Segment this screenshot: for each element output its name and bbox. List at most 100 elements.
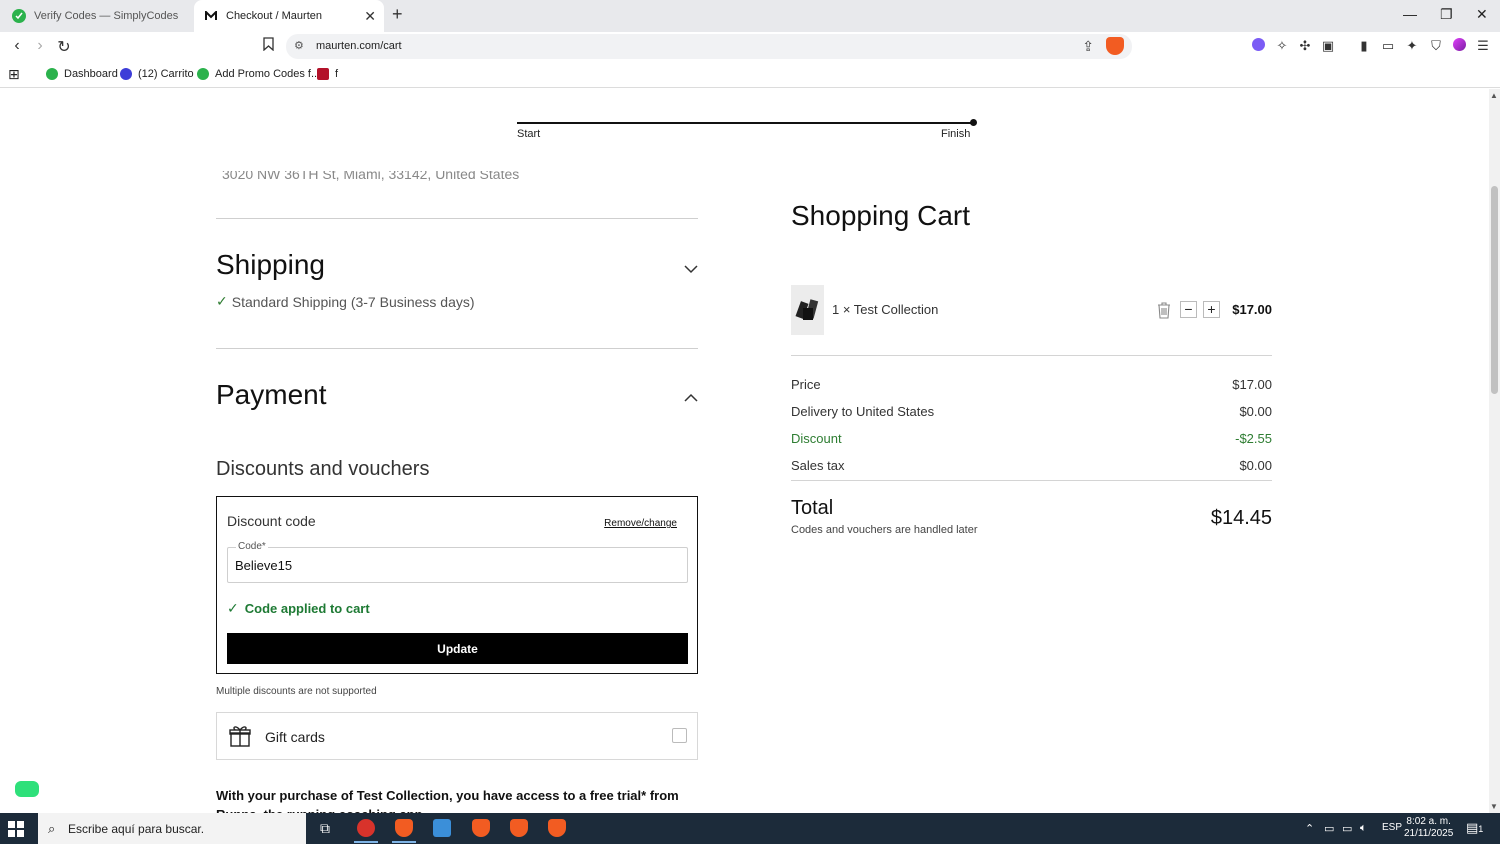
- scroll-down-icon[interactable]: ▼: [1490, 802, 1498, 811]
- game-app-icon: [357, 819, 375, 837]
- discount-code-field[interactable]: Code*: [227, 541, 688, 583]
- multiple-discounts-note: Multiple discounts are not supported: [216, 686, 377, 697]
- clock-date: 21/11/2025: [1404, 828, 1454, 839]
- forward-icon[interactable]: ›: [30, 37, 50, 55]
- restore-icon[interactable]: ❐: [1440, 6, 1453, 23]
- trash-icon[interactable]: [1157, 302, 1171, 319]
- shipping-address-partial: 3020 NW 36TH St, Miami, 33142, United St…: [222, 166, 520, 182]
- update-button[interactable]: Update: [227, 633, 688, 664]
- address-bar[interactable]: ⚙ maurten.com/cart ⇪: [286, 34, 1132, 59]
- section-divider: [216, 348, 698, 349]
- chevron-down-icon[interactable]: [684, 261, 698, 275]
- discount-code-panel: Discount code Remove/change Code* ✓ Code…: [216, 496, 698, 674]
- apps-grid-icon[interactable]: ⊞: [8, 66, 20, 83]
- total-note: Codes and vouchers are handled later: [791, 524, 978, 536]
- site-settings-icon[interactable]: ⚙: [294, 39, 304, 52]
- section-divider: [216, 218, 698, 219]
- language-indicator[interactable]: ESP: [1382, 822, 1402, 833]
- scroll-up-icon[interactable]: ▲: [1490, 91, 1498, 100]
- simplycodes-favicon-icon: [46, 68, 58, 80]
- decrease-quantity-button[interactable]: −: [1180, 301, 1197, 318]
- sidebar-toggle-icon[interactable]: ▮: [1356, 38, 1372, 54]
- extensions-puzzle-icon[interactable]: ✣: [1297, 38, 1313, 54]
- taskbar-app-game[interactable]: [354, 817, 378, 843]
- discount-code-input[interactable]: [235, 558, 675, 573]
- cart-item-price: $17.00: [1232, 302, 1272, 317]
- page-scrollbar[interactable]: ▲ ▼: [1489, 89, 1500, 813]
- simplycodes-favicon-icon: [197, 68, 209, 80]
- code-field-label: Code*: [236, 541, 268, 552]
- close-tab-icon[interactable]: ✕: [364, 8, 376, 25]
- vpn-shield-icon[interactable]: ⛉: [1428, 38, 1444, 54]
- brave-icon: [510, 819, 528, 837]
- network-icon[interactable]: ▭: [1342, 822, 1352, 835]
- profile-avatar-icon[interactable]: [1451, 38, 1467, 54]
- brave-shields-icon[interactable]: [1106, 37, 1124, 55]
- chat-widget-button[interactable]: [15, 781, 39, 797]
- brave-icon: [472, 819, 490, 837]
- bookmark-add-promo-codes[interactable]: Add Promo Codes f...: [197, 68, 320, 80]
- taskbar-app-brave[interactable]: [392, 817, 416, 843]
- menu-icon[interactable]: ☰: [1475, 38, 1491, 54]
- check-icon: ✓: [216, 293, 228, 309]
- summary-value: -$2.55: [1235, 431, 1272, 446]
- summary-value: $0.00: [1239, 458, 1272, 473]
- bookmark-icon[interactable]: [258, 37, 278, 56]
- task-view-icon[interactable]: ⧉: [313, 817, 337, 839]
- f-favicon-icon: [317, 68, 329, 80]
- volume-icon[interactable]: 🔈︎: [1360, 822, 1367, 835]
- tray-overflow-icon[interactable]: ⌃: [1305, 822, 1314, 835]
- screenshot-icon[interactable]: ▣: [1320, 38, 1336, 54]
- minimize-icon[interactable]: —: [1403, 6, 1417, 22]
- bookmark-label: Dashboard: [64, 68, 118, 80]
- summary-label: Price: [791, 377, 821, 392]
- progress-start-label: Start: [517, 128, 541, 140]
- taskbar-search[interactable]: ⌕ Escribe aquí para buscar.: [38, 813, 306, 844]
- shipping-title: Shipping: [216, 249, 325, 280]
- brave-icon: [395, 819, 413, 837]
- back-icon[interactable]: ‹: [7, 37, 27, 55]
- taskbar-search-placeholder: Escribe aquí para buscar.: [68, 822, 205, 836]
- simplycodes-favicon-icon: [12, 9, 26, 23]
- bookmark-dashboard[interactable]: Dashboard: [46, 68, 118, 80]
- taskbar-app-brave-3[interactable]: [507, 817, 531, 839]
- runna-promo-text: With your purchase of Test Collection, y…: [216, 788, 679, 813]
- share-icon[interactable]: ⇪: [1082, 38, 1094, 55]
- notifications-icon[interactable]: ▤1: [1466, 820, 1483, 836]
- bookmarks-bar: ⊞ Dashboard (12) Carrito Add Promo Codes…: [0, 62, 1500, 88]
- remove-change-link[interactable]: Remove/change: [604, 518, 677, 529]
- clock-time: 8:02 a. m.: [1406, 816, 1451, 827]
- taskbar-app-brave-4[interactable]: [545, 817, 569, 839]
- ai-sparkle-icon[interactable]: ✦: [1404, 38, 1420, 54]
- gift-cards-checkbox[interactable]: [672, 728, 687, 743]
- new-tab-icon[interactable]: +: [392, 4, 403, 25]
- taskbar-app-files[interactable]: [430, 817, 454, 839]
- windows-start-icon[interactable]: [8, 821, 24, 837]
- tab-simplycodes[interactable]: Verify Codes — SimplyCodes: [0, 0, 193, 32]
- taskbar-app-brave-2[interactable]: [469, 817, 493, 839]
- leo-ai-icon[interactable]: [1250, 38, 1266, 54]
- cart-divider: [791, 355, 1272, 356]
- summary-label: Discount: [791, 431, 842, 446]
- chevron-up-icon[interactable]: [684, 390, 698, 404]
- wallet-icon[interactable]: ▭: [1380, 38, 1396, 54]
- meet-icon[interactable]: ▭: [1324, 822, 1334, 835]
- payment-title: Payment: [216, 379, 327, 410]
- bookmark-f[interactable]: f: [317, 68, 338, 80]
- gift-cards-option[interactable]: Gift cards: [216, 712, 698, 760]
- scrollbar-thumb[interactable]: [1491, 186, 1498, 394]
- cart-divider: [791, 480, 1272, 481]
- maurten-favicon-icon: [204, 9, 218, 23]
- windows-taskbar: ⌕ Escribe aquí para buscar. ⧉ ⌃ ▭ ▭ 🔈︎ E…: [0, 813, 1500, 844]
- taskbar-clock[interactable]: 8:02 a. m. 21/11/2025: [1404, 816, 1453, 840]
- checkout-page: Start Finish 3020 NW 36TH St, Miami, 331…: [0, 89, 1489, 813]
- discount-code-label: Discount code: [227, 513, 316, 529]
- cart-item-name: 1 × Test Collection: [832, 302, 939, 317]
- extension-wand-icon[interactable]: ✧: [1274, 38, 1290, 54]
- close-window-icon[interactable]: ✕: [1476, 6, 1488, 23]
- bookmark-label: Add Promo Codes f...: [215, 68, 321, 80]
- bookmark-carrito[interactable]: (12) Carrito: [120, 68, 194, 80]
- tab-maurten-checkout[interactable]: Checkout / Maurten ✕: [194, 0, 384, 32]
- reload-icon[interactable]: ↻: [54, 37, 74, 57]
- gift-cards-label: Gift cards: [265, 729, 325, 745]
